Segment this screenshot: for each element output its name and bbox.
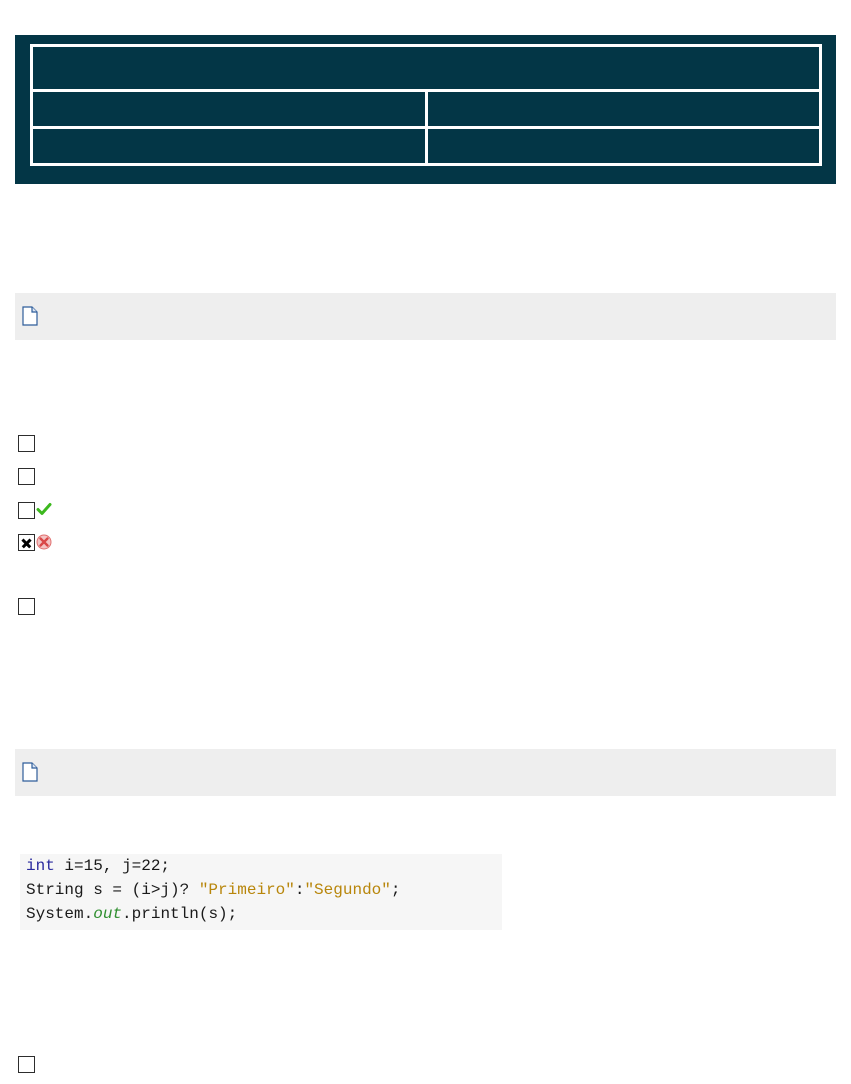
quiz-info-table [30,44,822,166]
answer-option-checkbox[interactable] [18,435,35,452]
header-info-cell [30,126,428,166]
code-string: "Primeiro" [198,881,295,899]
code-text: i=15, j=22; [54,857,171,875]
header-value-cell [424,89,822,129]
document-icon [22,762,38,782]
code-field: out [93,905,123,923]
header-value-cell [424,126,822,166]
document-icon [22,306,38,326]
quiz-header-panel [15,35,836,184]
question-header-bar [15,749,836,796]
header-info-cell [30,89,428,129]
code-keyword: int [26,857,55,875]
answer-option-checkbox[interactable] [18,1056,35,1073]
code-line-1: int i=15, j=22; [26,857,170,875]
code-text: : [294,881,305,899]
question-header-bar [15,293,836,340]
answer-option-checkbox[interactable] [18,502,35,519]
code-string: "Segundo" [304,881,391,899]
code-line-2: String s = (i>j)? "Primeiro":"Segundo"; [26,881,400,899]
code-text: String s = (i>j)? [26,881,199,899]
answer-option-checkbox[interactable] [18,598,35,615]
code-text: .println(s); [122,905,238,923]
correct-check-icon [36,503,52,515]
code-text: ; [390,881,401,899]
wrong-cross-icon [36,534,52,550]
answer-option-checkbox[interactable] [18,468,35,485]
code-snippet: int i=15, j=22; String s = (i>j)? "Prime… [20,854,502,930]
code-text: System. [26,905,94,923]
answer-option-checkbox-selected[interactable] [18,534,35,551]
code-line-3: System.out.println(s); [26,905,237,923]
header-title-cell [30,44,822,92]
